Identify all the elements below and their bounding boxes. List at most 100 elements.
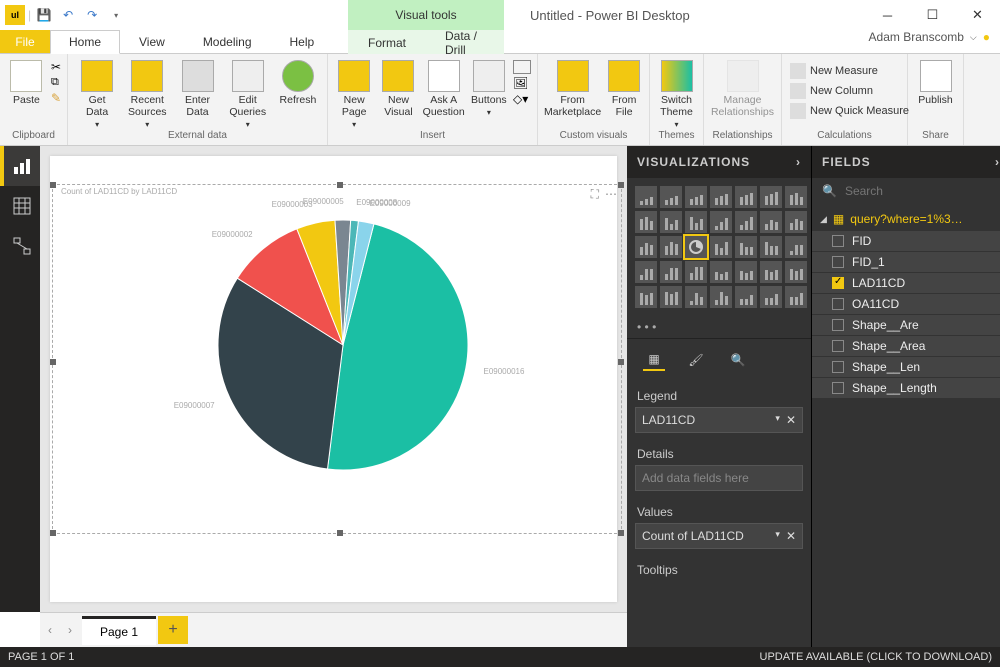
field-item[interactable]: Shape__Are bbox=[812, 315, 1000, 335]
enter-data-button[interactable]: Enter Data bbox=[174, 56, 220, 118]
textbox-icon[interactable] bbox=[513, 60, 531, 74]
edit-queries-button[interactable]: Edit Queries▾ bbox=[225, 56, 271, 129]
buttons-button[interactable]: Buttons▾ bbox=[469, 56, 509, 117]
more-options-icon[interactable]: ⋯ bbox=[605, 187, 617, 202]
publish-button[interactable]: Publish bbox=[914, 56, 957, 106]
analytics-subtab-icon[interactable]: 🔍 bbox=[727, 349, 749, 371]
new-measure-button[interactable]: New Measure bbox=[788, 62, 911, 80]
field-checkbox[interactable] bbox=[832, 382, 844, 394]
update-available-link[interactable]: UPDATE AVAILABLE (CLICK TO DOWNLOAD) bbox=[760, 651, 992, 663]
viz-type-icon[interactable] bbox=[710, 286, 732, 308]
data-view-button[interactable] bbox=[0, 186, 40, 226]
viz-type-icon[interactable] bbox=[660, 211, 682, 233]
user-name[interactable]: Adam Branscomb bbox=[869, 30, 964, 44]
resize-handle[interactable] bbox=[50, 182, 56, 188]
field-item[interactable]: FID bbox=[812, 231, 1000, 251]
close-button[interactable]: ✕ bbox=[955, 0, 1000, 30]
viz-type-icon[interactable] bbox=[635, 286, 657, 308]
viz-type-icon[interactable] bbox=[660, 186, 682, 208]
viz-type-icon[interactable] bbox=[735, 186, 757, 208]
viz-type-icon[interactable] bbox=[660, 261, 682, 283]
viz-type-icon[interactable] bbox=[785, 261, 807, 283]
field-checkbox[interactable] bbox=[832, 340, 844, 352]
viz-type-icon[interactable] bbox=[635, 236, 657, 258]
visualizations-header[interactable]: VISUALIZATIONS › bbox=[627, 146, 811, 178]
from-marketplace-button[interactable]: From Marketplace bbox=[544, 56, 601, 118]
legend-field-slot[interactable]: LAD11CD▾✕ bbox=[635, 407, 803, 433]
modeling-tab[interactable]: Modeling bbox=[184, 30, 271, 53]
ask-question-button[interactable]: Ask A Question bbox=[423, 56, 465, 118]
add-page-button[interactable]: + bbox=[158, 616, 188, 644]
resize-handle[interactable] bbox=[618, 359, 624, 365]
viz-type-icon[interactable] bbox=[760, 186, 782, 208]
field-item[interactable]: Shape__Len bbox=[812, 357, 1000, 377]
viz-type-icon[interactable] bbox=[710, 211, 732, 233]
pie-chart-visual[interactable]: ⛶ ⋯ Count of LAD11CD by LAD11CD E0900001… bbox=[52, 184, 622, 534]
field-item[interactable]: Shape__Area bbox=[812, 336, 1000, 356]
focus-mode-icon[interactable]: ⛶ bbox=[591, 187, 599, 202]
save-icon[interactable]: 💾 bbox=[33, 4, 55, 26]
field-checkbox[interactable] bbox=[832, 256, 844, 268]
new-visual-button[interactable]: New Visual bbox=[378, 56, 418, 118]
from-file-button[interactable]: From File bbox=[605, 56, 643, 118]
qat-dropdown-icon[interactable]: ▾ bbox=[105, 4, 127, 26]
report-view-button[interactable] bbox=[0, 146, 40, 186]
undo-icon[interactable]: ↶ bbox=[57, 4, 79, 26]
remove-field-icon[interactable]: ✕ bbox=[786, 529, 796, 543]
viz-type-icon[interactable] bbox=[710, 261, 732, 283]
chevron-right-icon[interactable]: › bbox=[995, 155, 1000, 169]
field-checkbox[interactable] bbox=[832, 298, 844, 310]
more-visuals-icon[interactable]: • • • bbox=[627, 316, 811, 338]
details-field-slot[interactable]: Add data fields here bbox=[635, 465, 803, 491]
field-item[interactable]: LAD11CD bbox=[812, 273, 1000, 293]
viz-type-icon[interactable] bbox=[735, 261, 757, 283]
shapes-icon[interactable]: ◇▾ bbox=[513, 92, 531, 106]
field-checkbox[interactable] bbox=[832, 319, 844, 331]
viz-type-icon[interactable] bbox=[685, 186, 707, 208]
format-subtab-icon[interactable]: 🖌 bbox=[685, 349, 707, 371]
home-tab[interactable]: Home bbox=[50, 30, 120, 54]
remove-field-icon[interactable]: ✕ bbox=[786, 413, 796, 427]
fields-search[interactable]: 🔍 bbox=[812, 178, 1000, 204]
help-tab[interactable]: Help bbox=[271, 30, 334, 53]
viz-type-icon[interactable] bbox=[635, 261, 657, 283]
cut-icon[interactable]: ✂ bbox=[51, 60, 61, 74]
switch-theme-button[interactable]: Switch Theme▾ bbox=[656, 56, 697, 129]
viz-type-icon[interactable] bbox=[760, 286, 782, 308]
maximize-button[interactable]: ☐ bbox=[910, 0, 955, 30]
canvas-area[interactable]: ⛶ ⋯ Count of LAD11CD by LAD11CD E0900001… bbox=[40, 146, 627, 612]
viz-type-icon[interactable] bbox=[735, 211, 757, 233]
chevron-down-icon[interactable]: ▾ bbox=[775, 529, 780, 543]
viz-type-icon[interactable] bbox=[735, 286, 757, 308]
viz-type-icon[interactable] bbox=[785, 211, 807, 233]
viz-type-icon[interactable] bbox=[785, 186, 807, 208]
prev-page-icon[interactable]: ‹ bbox=[40, 623, 60, 637]
new-page-button[interactable]: New Page▾ bbox=[334, 56, 374, 129]
viz-type-icon[interactable] bbox=[685, 286, 707, 308]
new-column-button[interactable]: New Column bbox=[788, 82, 911, 100]
resize-handle[interactable] bbox=[618, 530, 624, 536]
viz-type-icon[interactable] bbox=[685, 236, 707, 258]
chevron-down-icon[interactable]: ▾ bbox=[775, 413, 780, 427]
minimize-button[interactable]: ─ bbox=[865, 0, 910, 30]
resize-handle[interactable] bbox=[337, 530, 343, 536]
refresh-button[interactable]: Refresh bbox=[275, 56, 321, 106]
data-drill-tab[interactable]: Data / Drill bbox=[426, 30, 504, 54]
viz-type-icon[interactable] bbox=[710, 186, 732, 208]
format-tab[interactable]: Format bbox=[348, 30, 426, 54]
viz-type-icon[interactable] bbox=[685, 261, 707, 283]
field-item[interactable]: Shape__Length bbox=[812, 378, 1000, 398]
field-item[interactable]: FID_1 bbox=[812, 252, 1000, 272]
resize-handle[interactable] bbox=[50, 359, 56, 365]
viz-type-icon[interactable] bbox=[635, 211, 657, 233]
table-node[interactable]: ◢ ▦ query?where=1%3… bbox=[812, 208, 1000, 230]
file-tab[interactable]: File bbox=[0, 30, 50, 53]
copy-icon[interactable]: ⧉ bbox=[51, 76, 61, 89]
viz-type-icon[interactable] bbox=[735, 236, 757, 258]
chevron-right-icon[interactable]: › bbox=[796, 155, 801, 169]
format-painter-icon[interactable]: ✎ bbox=[51, 91, 61, 105]
report-canvas[interactable]: ⛶ ⋯ Count of LAD11CD by LAD11CD E0900001… bbox=[50, 156, 617, 602]
viz-type-icon[interactable] bbox=[760, 236, 782, 258]
fields-search-input[interactable] bbox=[845, 184, 1000, 198]
viz-type-icon[interactable] bbox=[685, 211, 707, 233]
